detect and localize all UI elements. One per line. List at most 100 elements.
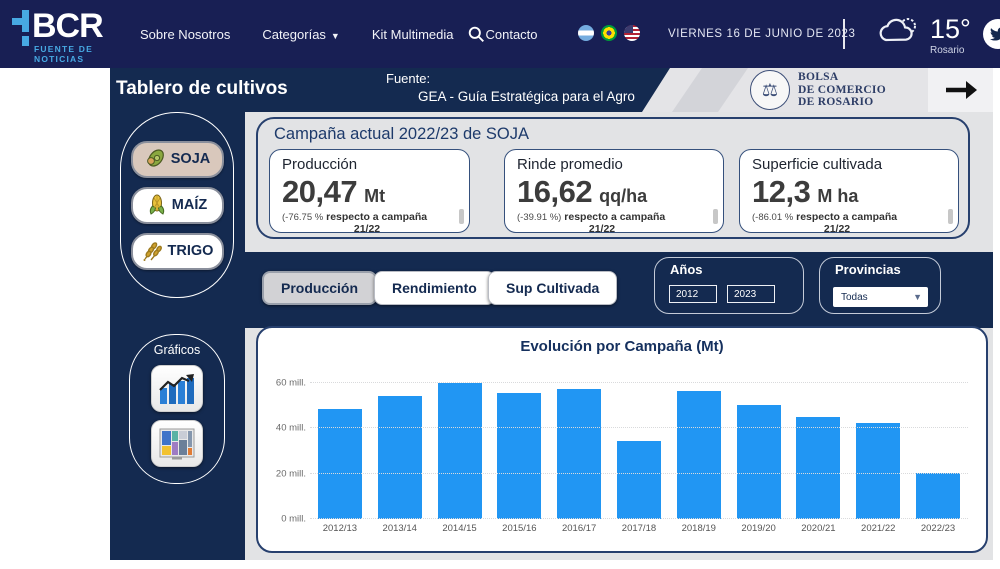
twitter-icon[interactable]: [983, 19, 1000, 49]
chart-bar-2019-20[interactable]: [737, 405, 781, 519]
chart-bar-2016-17[interactable]: [557, 389, 601, 519]
charts-label: Gráficos: [154, 343, 201, 357]
argentina-flag-icon[interactable]: [578, 25, 594, 41]
kpi-unit: qq/ha: [599, 186, 647, 207]
year-from-input[interactable]: [669, 285, 717, 303]
y-axis-tick: 60 mill.: [264, 378, 306, 389]
bcr-logo-text: BCR: [32, 7, 103, 45]
years-filter: Años: [654, 257, 804, 314]
chart-bar-2022-23[interactable]: [916, 473, 960, 519]
chart-bar-2014-15[interactable]: [438, 383, 482, 519]
soybean-icon: [144, 149, 166, 169]
crop-button-maiz[interactable]: MAÍZ: [131, 187, 224, 224]
kpi-card-produccion: Producción 20,47 Mt (-76.75 % respecto a…: [269, 149, 470, 233]
kpi-value: 16,62: [517, 174, 592, 210]
nav-item-sobre-nosotros[interactable]: Sobre Nosotros: [140, 27, 230, 42]
y-gridline: 60 mill.: [310, 382, 968, 383]
x-axis-tick: 2019/20: [729, 523, 789, 534]
current-campaign-title: Campaña actual 2022/23 de SOJA: [274, 125, 529, 144]
header-accent-stripe: [672, 68, 750, 112]
x-axis-tick: 2016/17: [549, 523, 609, 534]
nav-item-kit-multimedia[interactable]: Kit Multimedia: [372, 27, 454, 42]
kpi-value: 12,3: [752, 174, 810, 210]
bcr-logo-subtitle: FUENTE DE NOTICIAS: [34, 44, 134, 64]
bcr-logo[interactable]: BCR FUENTE DE NOTICIAS: [14, 8, 134, 64]
x-axis-labels: 2012/132013/142014/152015/162016/172017/…: [310, 523, 968, 534]
provinces-filter: Provincias Todas ▼: [819, 257, 941, 314]
x-axis-tick: 2013/14: [370, 523, 430, 534]
chart-bar-2020-21[interactable]: [796, 417, 840, 519]
y-axis-tick: 40 mill.: [264, 423, 306, 434]
cloudy-weather-icon: [876, 14, 922, 48]
kpi-delta: (-76.75 % respecto a campaña 21/22: [282, 211, 452, 233]
chart-bar-2015-16[interactable]: [497, 393, 541, 519]
x-axis-tick: 2021/22: [848, 523, 908, 534]
crop-label: TRIGO: [168, 243, 214, 259]
kpi-scrollbar[interactable]: [948, 209, 953, 224]
crop-label: MAÍZ: [172, 197, 207, 213]
weather-widget: 15° Rosario: [876, 14, 971, 48]
kpi-delta: (-86.01 % respecto a campaña 21/22: [752, 211, 922, 233]
bar-chart-icon: [158, 372, 196, 406]
chart-bar-2017-18[interactable]: [617, 441, 661, 519]
evolution-chart-card: Evolución por Campaña (Mt) 2012/132013/1…: [256, 326, 988, 553]
crop-label: SOJA: [171, 151, 211, 167]
page-title: Tablero de cultivos: [116, 78, 288, 100]
chart-type-selector: Gráficos: [129, 334, 225, 484]
bcr-logo-glyph-icon: [12, 10, 38, 44]
dashboard-main: Campaña actual 2022/23 de SOJA Producció…: [245, 112, 993, 560]
nav-item-contacto[interactable]: Contacto: [485, 27, 537, 42]
x-axis-tick: 2022/23: [908, 523, 968, 534]
bolsa-comercio-logo: ⚖ BOLSA DE COMERCIO DE ROSARIO: [750, 70, 886, 110]
chart-bar-2018-19[interactable]: [677, 391, 721, 519]
bolsa-seal-icon: ⚖: [750, 70, 790, 110]
usa-flag-icon[interactable]: [624, 25, 640, 41]
x-axis-tick: 2018/19: [669, 523, 729, 534]
kpi-label: Producción: [282, 156, 457, 173]
weather-city: Rosario: [930, 45, 964, 56]
temperature-value: 15°: [930, 14, 971, 48]
chart-bar-2021-22[interactable]: [856, 423, 900, 519]
next-arrow-button[interactable]: [928, 68, 993, 112]
nav-item-categorias[interactable]: Categorías▼: [262, 27, 340, 42]
tab-rendimiento[interactable]: Rendimiento: [374, 271, 495, 305]
kpi-unit: Mt: [364, 186, 385, 207]
chart-bar-2013-14[interactable]: [378, 396, 422, 519]
chart-bar-2012-13[interactable]: [318, 409, 362, 519]
y-gridline: 0 mill.: [310, 518, 968, 519]
provinces-selected-value: Todas: [841, 292, 913, 303]
kpi-delta: (-39.91 %) respecto a campaña 21/22: [517, 211, 687, 233]
x-axis-tick: 2017/18: [609, 523, 669, 534]
dashboard-header: Tablero de cultivos Fuente: GEA - Guía E…: [110, 68, 993, 112]
crop-button-soja[interactable]: SOJA: [131, 141, 224, 178]
bolsa-name: BOLSA DE COMERCIO DE ROSARIO: [798, 71, 886, 109]
kpi-label: Superficie cultivada: [752, 156, 946, 173]
bar-series: [310, 374, 968, 519]
current-date: VIERNES 16 DE JUNIO DE 2023: [668, 28, 856, 40]
x-axis-tick: 2012/13: [310, 523, 370, 534]
kpi-scrollbar[interactable]: [713, 209, 718, 224]
x-axis-tick: 2014/15: [430, 523, 490, 534]
chart-title: Evolución por Campaña (Mt): [258, 338, 986, 355]
bar-chart-view-button[interactable]: [151, 365, 203, 412]
treemap-view-button[interactable]: [151, 420, 203, 467]
treemap-icon: [158, 427, 196, 461]
brazil-flag-icon[interactable]: [601, 25, 617, 41]
y-gridline: 20 mill.: [310, 473, 968, 474]
y-axis-tick: 20 mill.: [264, 468, 306, 479]
tab-produccion[interactable]: Producción: [262, 271, 377, 305]
x-axis-tick: 2020/21: [789, 523, 849, 534]
kpi-scrollbar[interactable]: [459, 209, 464, 224]
kpi-value: 20,47: [282, 174, 357, 210]
search-icon[interactable]: [468, 26, 485, 43]
years-label: Años: [670, 262, 703, 277]
kpi-label: Rinde promedio: [517, 156, 711, 173]
filter-band: Producción Rendimiento Sup Cultivada Año…: [245, 252, 993, 328]
kpi-unit: M ha: [817, 186, 858, 207]
bar-chart-plot: 2012/132013/142014/152015/162016/172017/…: [310, 374, 968, 519]
tab-sup-cultivada[interactable]: Sup Cultivada: [488, 271, 617, 305]
provinces-dropdown[interactable]: Todas ▼: [833, 287, 928, 307]
current-campaign-panel: Campaña actual 2022/23 de SOJA Producció…: [256, 117, 970, 239]
year-to-input[interactable]: [727, 285, 775, 303]
crop-button-trigo[interactable]: TRIGO: [131, 233, 224, 270]
